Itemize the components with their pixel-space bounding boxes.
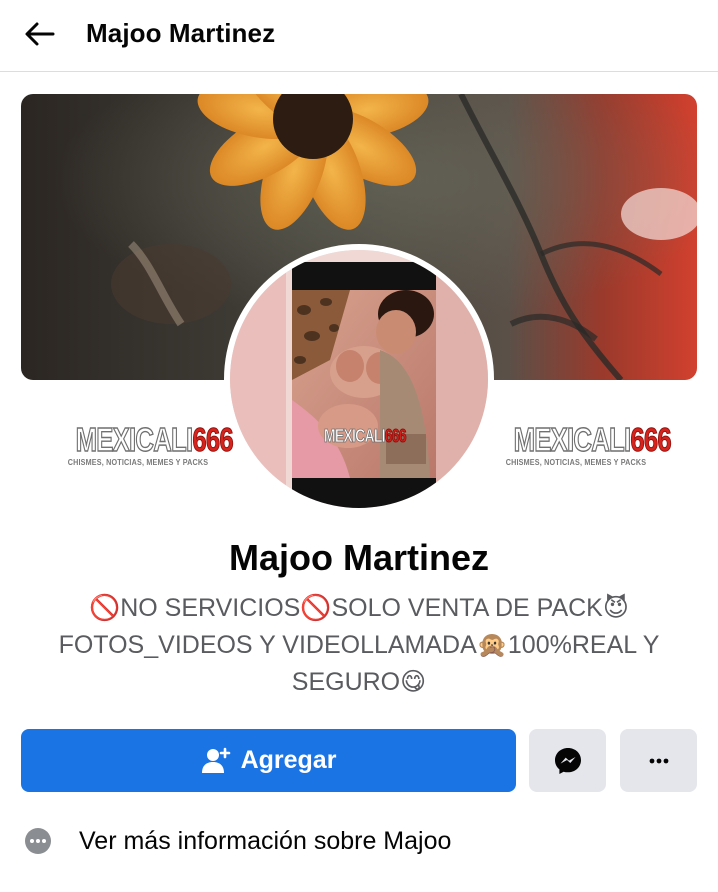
watermark-left: MEXICALI666 CHISMES, NOTICIAS, MEMES Y P… xyxy=(58,421,234,467)
profile-name: Majoo Martinez xyxy=(228,537,489,578)
watermark-right: MEXICALI666 CHISMES, NOTICIAS, MEMES Y P… xyxy=(496,421,672,467)
user-plus-icon xyxy=(201,747,230,773)
avatar-watermark: MEXICALI666 xyxy=(323,426,407,447)
profile-picture[interactable]: MEXICALI666 xyxy=(224,244,494,514)
more-horizontal-icon xyxy=(649,758,668,763)
bio-line: 🚫NO SERVICIOS🚫SOLO VENTA DE PACK😈 xyxy=(89,594,629,622)
more-info-icon xyxy=(25,828,51,854)
message-button[interactable] xyxy=(529,729,606,792)
watermark-logo: MEXICALI666 xyxy=(75,421,234,458)
see-more-info-row[interactable]: Ver más información sobre Majoo xyxy=(21,817,697,865)
watermark-logo: MEXICALI666 xyxy=(513,421,672,458)
watermark-tagline: CHISMES, NOTICIAS, MEMES Y PACKS xyxy=(67,458,209,467)
add-friend-button[interactable]: Agregar xyxy=(21,729,516,792)
messenger-icon xyxy=(554,747,581,774)
add-friend-label: Agregar xyxy=(240,746,337,774)
profile-bio: 🚫NO SERVICIOS🚫SOLO VENTA DE PACK😈 FOTOS_… xyxy=(30,590,688,701)
watermark-tagline: CHISMES, NOTICIAS, MEMES Y PACKS xyxy=(505,458,647,467)
page-title: Majoo Martinez xyxy=(86,18,276,48)
top-bar: Majoo Martinez xyxy=(0,0,718,72)
bio-line: FOTOS_VIDEOS Y VIDEOLLAMADA🙊100%REAL Y xyxy=(58,631,660,659)
more-options-button[interactable] xyxy=(620,729,697,792)
arrow-left-icon[interactable] xyxy=(22,16,58,52)
profile-photo: MEXICALI666 xyxy=(230,250,488,508)
bio-line: SEGURO😋 xyxy=(291,668,427,696)
see-more-info-label: Ver más información sobre Majoo xyxy=(79,826,452,855)
